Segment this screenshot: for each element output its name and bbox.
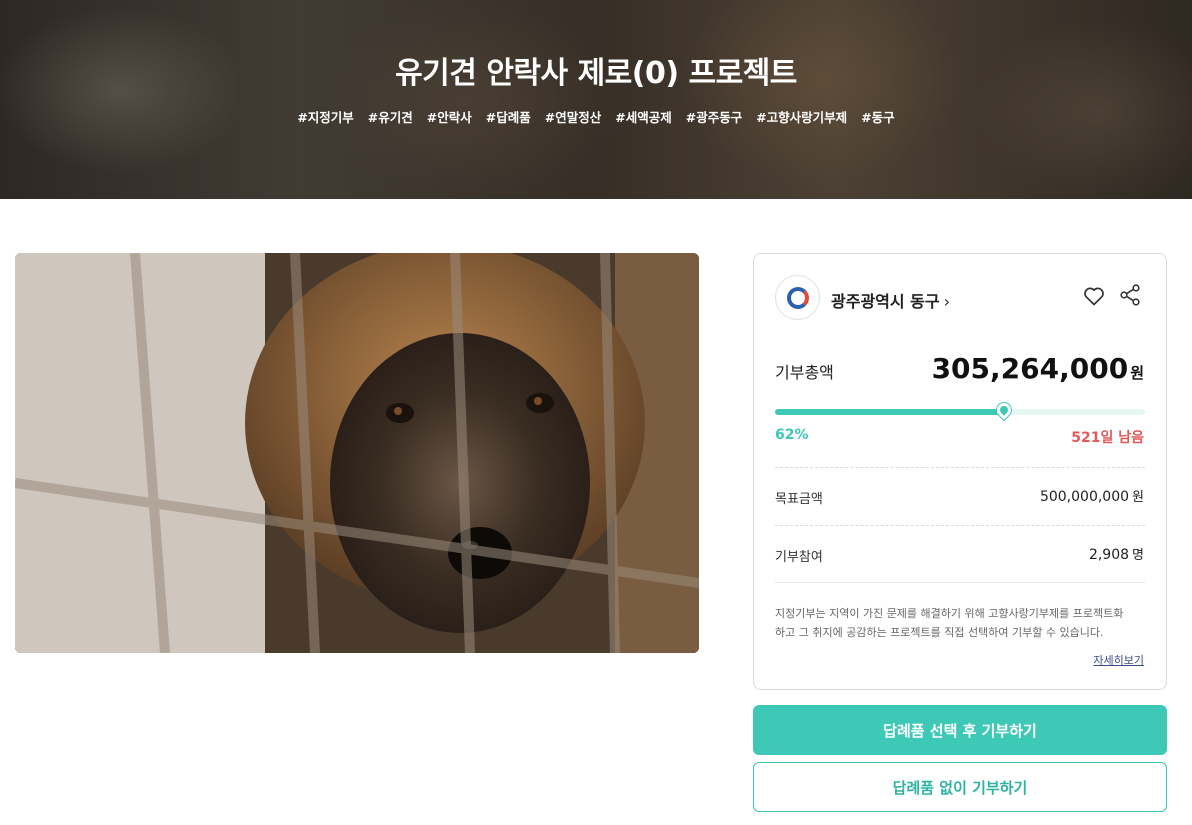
hashtag[interactable]: #유기견: [368, 107, 413, 126]
hashtag[interactable]: #동구: [861, 107, 894, 126]
total-donation-value: 305,264,000: [931, 352, 1129, 385]
progress-percent: 62%: [775, 427, 809, 443]
chevron-right-icon: ›: [943, 292, 951, 311]
progress-bar-fill: [775, 409, 1004, 415]
currency-unit: 원: [1132, 490, 1144, 505]
org-name: 광주광역시 동구: [831, 292, 940, 311]
share-icon[interactable]: [1118, 283, 1142, 307]
hero-banner: 유기견 안락사 제로(0) 프로젝트 #지정기부 #유기견 #안락사 #답례품 …: [0, 0, 1192, 199]
hashtag[interactable]: #안락사: [427, 107, 472, 126]
hashtag[interactable]: #연말정산: [545, 107, 601, 126]
donate-without-gift-button[interactable]: 답례품 없이 기부하기: [753, 762, 1167, 812]
hashtag[interactable]: #고향사랑기부제: [756, 107, 847, 126]
info-line: 지정기부는 지역이 가진 문제를 해결하기 위해 고향사랑기부제를 프로젝트화: [775, 607, 1124, 620]
divider: [775, 467, 1145, 468]
participants-label: 기부참여: [775, 550, 823, 565]
participants-count: 2,908 명: [1089, 544, 1144, 563]
donation-card: 광주광역시 동구 › 기부총액 305,264,000 원 62% 521일 남음 …: [753, 253, 1167, 690]
divider: [775, 582, 1145, 583]
hashtag[interactable]: #세액공제: [615, 107, 671, 126]
hashtag[interactable]: #답례품: [486, 107, 531, 126]
hero-overlay: [0, 0, 1192, 199]
participants-value: 2,908: [1088, 547, 1130, 563]
total-donation-amount: 305,264,000 원: [932, 352, 1144, 385]
org-name-link[interactable]: 광주광역시 동구 ›: [831, 288, 950, 312]
divider: [775, 525, 1145, 526]
hashtag[interactable]: #지정기부: [297, 107, 353, 126]
heart-icon[interactable]: [1082, 284, 1106, 308]
page-title: 유기견 안락사 제로(0) 프로젝트: [395, 56, 797, 91]
donate-with-gift-button[interactable]: 답례품 선택 후 기부하기: [753, 705, 1167, 755]
days-remaining: 521일 남음: [1071, 430, 1144, 446]
dog-photo-illustration: [15, 253, 699, 653]
total-donation-label: 기부총액: [775, 363, 834, 382]
goal-label: 목표금액: [775, 492, 823, 507]
hashtag[interactable]: #광주동구: [686, 107, 742, 126]
learn-more-link[interactable]: 자세히보기: [1093, 652, 1144, 668]
org-logo-mark: [786, 286, 809, 309]
currency-unit: 원: [1130, 364, 1144, 382]
people-unit: 명: [1132, 548, 1144, 563]
hashtag-list: #지정기부 #유기견 #안락사 #답례품 #연말정산 #세액공제 #광주동구 #…: [0, 107, 1192, 126]
designated-donation-info: 지정기부는 지역이 가진 문제를 해결하기 위해 고향사랑기부제를 프로젝트화 …: [775, 604, 1147, 642]
project-photo: [15, 253, 699, 653]
progress-bar: [775, 400, 1145, 420]
goal-value: 500,000,000: [1039, 489, 1130, 505]
info-line: 하고 그 취지에 공감하는 프로젝트를 직접 선택하여 기부할 수 있습니다.: [775, 626, 1104, 639]
goal-amount: 500,000,000 원: [1040, 486, 1144, 505]
map-pin-icon: [994, 400, 1014, 420]
org-logo[interactable]: [775, 275, 820, 320]
